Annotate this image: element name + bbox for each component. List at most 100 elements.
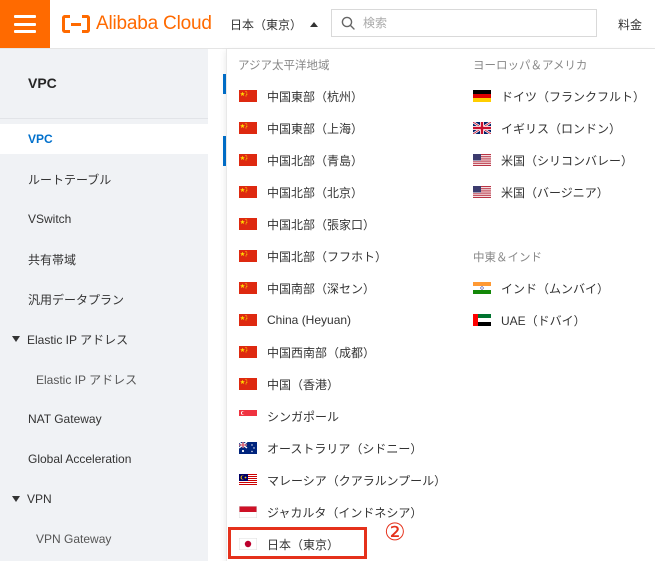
china-flag-icon <box>239 90 257 102</box>
region-option-label: オーストラリア（シドニー） <box>267 441 423 456</box>
region-option-label: 米国（バージニア） <box>501 185 609 200</box>
region-option-label: 中国東部（上海） <box>267 121 364 136</box>
australia-flag-icon <box>239 442 257 454</box>
region-selector-label: 日本（東京） <box>230 17 303 32</box>
indonesia-flag-icon <box>239 506 257 518</box>
china-flag-icon <box>239 122 257 134</box>
billing-link[interactable]: 料金 <box>618 0 642 48</box>
alibaba-cloud-logo-icon <box>62 15 90 33</box>
uae-flag-icon <box>473 314 491 326</box>
region-option[interactable]: 中国北部（フフホト） <box>239 241 387 271</box>
region-option[interactable]: 中国西南部（成都） <box>239 337 375 367</box>
region-option-label: 中国北部（フフホト） <box>267 249 388 264</box>
region-option-label: 中国東部（杭州） <box>267 89 364 104</box>
brand-name: Alibaba Cloud <box>96 13 212 34</box>
region-option-label: 中国（香港） <box>267 377 340 392</box>
top-bar: Alibaba Cloud 日本（東京） 料金 <box>0 0 655 49</box>
china-flag-icon <box>239 314 257 326</box>
caret-up-icon <box>310 21 319 27</box>
china-flag-icon <box>239 250 257 262</box>
sidebar-item-route-table[interactable]: ルートテーブル <box>0 164 208 194</box>
region-option-label: 中国北部（青島） <box>267 153 364 168</box>
region-option-label: イギリス（ロンドン） <box>501 121 622 136</box>
region-option[interactable]: マレーシア（クアラルンプール） <box>239 465 446 495</box>
region-option[interactable]: 中国北部（張家口） <box>239 209 375 239</box>
caret-down-icon <box>12 496 20 502</box>
region-option[interactable]: UAE（ドバイ） <box>473 305 586 335</box>
china-flag-icon <box>239 378 257 390</box>
singapore-flag-icon <box>239 410 257 422</box>
region-option[interactable]: イギリス（ロンドン） <box>473 113 621 143</box>
sidebar-item-label: Elastic IP アドレス <box>27 332 129 347</box>
sidebar-item-label: NAT Gateway <box>28 412 102 426</box>
sidebar-item-label: VPN <box>27 492 52 506</box>
step-highlight-box <box>228 527 367 559</box>
region-option[interactable]: 米国（シリコンバレー） <box>473 145 633 175</box>
sidebar-item-label: VSwitch <box>28 212 72 226</box>
sidebar-item-elastic-ip[interactable]: Elastic IP アドレス <box>0 364 208 394</box>
region-option-label: ドイツ（フランクフルト） <box>501 89 646 104</box>
region-option[interactable]: オーストラリア（シドニー） <box>239 433 422 463</box>
region-option-label: 中国北部（北京） <box>267 185 364 200</box>
region-option-label: 中国北部（張家口） <box>267 217 376 232</box>
region-option[interactable]: China (Heyuan) <box>239 305 351 335</box>
china-flag-icon <box>239 346 257 358</box>
region-group-title-asia: アジア太平洋地域 <box>238 60 330 72</box>
sidebar-item-data-plan[interactable]: 汎用データプラン <box>0 284 208 314</box>
sidebar-item-label: 共有帯域 <box>28 252 77 267</box>
china-flag-icon <box>239 154 257 166</box>
sidebar-group-vpn[interactable]: VPN <box>0 484 208 514</box>
region-option[interactable]: 中国北部（青島） <box>239 145 363 175</box>
region-option[interactable]: 中国（香港） <box>239 369 339 399</box>
sidebar-item-label: VPN Gateway <box>36 532 112 546</box>
sidebar-divider <box>0 118 208 119</box>
uk-flag-icon <box>473 122 491 134</box>
region-option[interactable]: ドイツ（フランクフルト） <box>473 81 645 111</box>
china-flag-icon <box>239 218 257 230</box>
sidebar: VPC VPC ルートテーブル VSwitch 共有帯域 汎用データプラン El… <box>0 49 208 561</box>
region-option[interactable]: 中国東部（上海） <box>239 113 363 143</box>
region-option-label: インド（ムンバイ） <box>501 281 610 296</box>
sidebar-title: VPC <box>28 75 57 91</box>
germany-flag-icon <box>473 90 491 102</box>
region-dropdown: アジア太平洋地域 ヨーロッパ＆アメリカ 中東＆インド 中国東部（杭州） 中国東部（… <box>226 49 655 561</box>
region-option-label: UAE（ドバイ） <box>501 313 586 328</box>
region-option-label: シンガポール <box>267 409 340 424</box>
brand-logo[interactable]: Alibaba Cloud <box>62 12 212 36</box>
sidebar-item-global-acceleration[interactable]: Global Acceleration <box>0 444 208 474</box>
region-option[interactable]: シンガポール <box>239 401 339 431</box>
sidebar-item-label: VPC <box>28 132 53 146</box>
sidebar-item-vpn-gateway[interactable]: VPN Gateway <box>0 524 208 554</box>
search-input[interactable] <box>361 10 585 36</box>
main-content-edge <box>208 49 226 561</box>
sidebar-item-label: Global Acceleration <box>28 452 132 466</box>
region-option[interactable]: 中国北部（北京） <box>239 177 363 207</box>
sidebar-item-vpc[interactable]: VPC <box>0 124 208 154</box>
region-option[interactable]: 中国南部（深セン） <box>239 273 375 303</box>
region-option-label: China (Heyuan) <box>267 313 352 327</box>
billing-label: 料金 <box>618 17 643 32</box>
region-group-title-europe-america: ヨーロッパ＆アメリカ <box>473 60 588 72</box>
search-icon <box>341 16 355 30</box>
menu-icon[interactable] <box>0 0 50 48</box>
us-flag-icon <box>473 186 491 198</box>
search-box[interactable] <box>331 9 597 37</box>
region-option-label: 米国（シリコンバレー） <box>501 153 634 168</box>
india-flag-icon <box>473 282 491 294</box>
sidebar-item-nat-gateway[interactable]: NAT Gateway <box>0 404 208 434</box>
region-selector[interactable]: 日本（東京） <box>230 0 319 48</box>
region-option-label: 中国南部（深セン） <box>267 281 376 296</box>
sidebar-item-shared-bandwidth[interactable]: 共有帯域 <box>0 244 208 274</box>
region-option[interactable]: 米国（バージニア） <box>473 177 609 207</box>
region-option[interactable]: インド（ムンバイ） <box>473 273 609 303</box>
sidebar-item-label: ルートテーブル <box>28 172 112 187</box>
malaysia-flag-icon <box>239 474 257 486</box>
china-flag-icon <box>239 186 257 198</box>
sidebar-group-elastic-ip[interactable]: Elastic IP アドレス <box>0 324 208 354</box>
sidebar-item-vswitch[interactable]: VSwitch <box>0 204 208 234</box>
region-option-label: 中国西南部（成都） <box>267 345 376 360</box>
region-option-label: マレーシア（クアラルンプール） <box>267 473 447 488</box>
sidebar-item-label: 汎用データプラン <box>28 292 125 307</box>
region-option[interactable]: 中国東部（杭州） <box>239 81 363 111</box>
us-flag-icon <box>473 154 491 166</box>
